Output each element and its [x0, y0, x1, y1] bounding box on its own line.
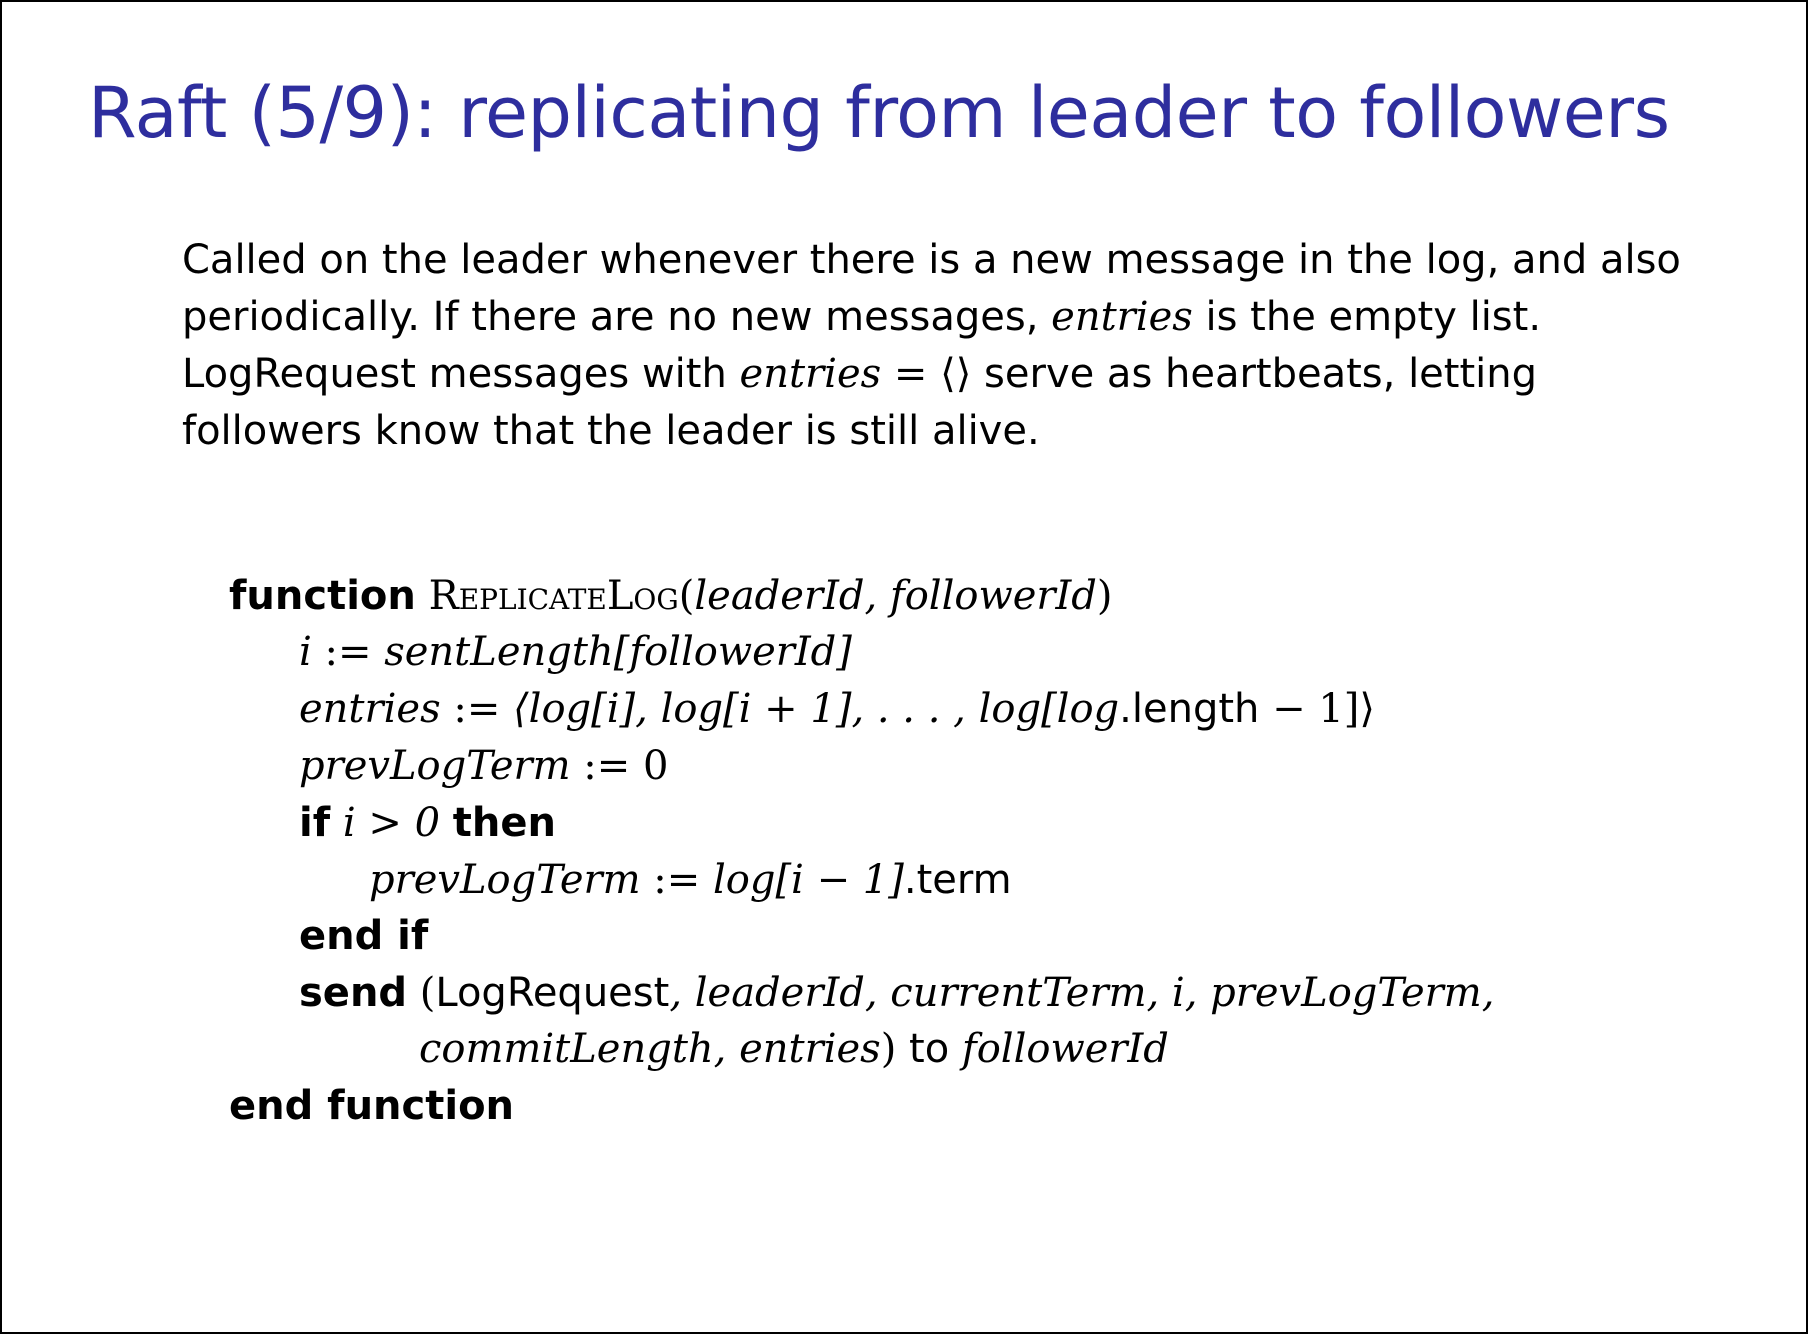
var-prev-log-term: prevLogTerm — [369, 857, 641, 903]
send-paren-close: ) — [880, 1026, 897, 1072]
send-args-1: , leaderId, currentTerm, i, prevLogTerm, — [669, 970, 1495, 1016]
header-paren-open: ( — [678, 573, 695, 619]
keyword-end-if: end if — [299, 913, 429, 959]
keyword-if: if — [299, 800, 331, 846]
send-paren-open: ( — [419, 970, 436, 1016]
keyword-then: then — [452, 800, 556, 846]
var-i: i — [299, 629, 312, 675]
intro-line-4: followers know that the leader is still … — [182, 408, 1040, 454]
entries-expr-end: − 1]⟩ — [1259, 686, 1375, 732]
intro-line-2-text-a: periodically. If there are no new messag… — [182, 294, 1052, 340]
algo-line-entries: entries := ⟨log[i], log[i + 1], . . . , … — [299, 681, 1375, 738]
intro-line-2: periodically. If there are no new messag… — [182, 289, 1682, 346]
keyword-end-function: end function — [229, 1083, 515, 1129]
intro-line-1: Called on the leader whenever there is a… — [182, 237, 1681, 283]
assign-op: := — [640, 857, 713, 903]
algo-line-end-function: end function — [229, 1078, 514, 1135]
send-target: followerId — [961, 1026, 1169, 1072]
keyword-function: function — [229, 573, 416, 619]
algo-line-header: function ReplicateLog(leaderId, follower… — [229, 568, 1113, 625]
intro-line-2-entries: entries — [1051, 294, 1193, 340]
algo-line-end-if: end if — [299, 908, 428, 965]
var-prev-log-term: prevLogTerm — [299, 743, 571, 789]
assign-op: := — [570, 743, 643, 789]
intro-line-3: LogRequest messages with entries = ⟨⟩ se… — [182, 346, 1682, 403]
slide: Raft (5/9): replicating from leader to f… — [0, 0, 1808, 1334]
function-name: ReplicateLog — [428, 573, 679, 619]
message-type: LogRequest — [435, 970, 670, 1016]
slide-title: Raft (5/9): replicating from leader to f… — [88, 72, 1670, 154]
keyword-send: send — [299, 970, 408, 1016]
intro-paragraph: Called on the leader whenever there is a… — [182, 232, 1682, 460]
function-args: leaderId, followerId — [694, 573, 1097, 619]
algo-line-assign-i: i := sentLength[followerId] — [299, 624, 852, 681]
intro-line-2-text-b: is the empty list. — [1192, 294, 1542, 340]
assign-op: := — [311, 629, 385, 675]
intro-line-3-text-a: LogRequest messages with — [182, 351, 740, 397]
algo-line-send: send (LogRequest, leaderId, currentTerm,… — [299, 965, 1494, 1022]
algo-line-send-continued: commitLength, entries) to followerId — [419, 1021, 1169, 1078]
var-entries: entries — [299, 686, 441, 732]
intro-line-3-text-b: serve as heartbeats, letting — [971, 351, 1538, 397]
algo-line-prev-log-term-update: prevLogTerm := log[i − 1].term — [369, 852, 1012, 909]
if-condition: i > 0 — [342, 800, 441, 846]
entries-expr: ⟨log[i], log[i + 1], . . . , log[log — [513, 686, 1120, 732]
header-paren-close: ) — [1096, 573, 1113, 619]
intro-line-3-empty-list: = ⟨⟩ — [881, 351, 972, 397]
algo-line-if: if i > 0 then — [299, 795, 556, 852]
send-args-2: commitLength, entries — [419, 1026, 881, 1072]
send-to: to — [896, 1026, 962, 1072]
log-prev-expr: log[i − 1] — [712, 857, 904, 903]
term-field: .term — [903, 857, 1012, 903]
algo-line-prev-log-term: prevLogTerm := 0 — [299, 738, 668, 795]
value-zero: 0 — [642, 743, 669, 789]
sent-length-expr: sentLength[followerId] — [384, 629, 852, 675]
intro-line-3-entries: entries — [739, 351, 882, 397]
entries-length: .length — [1119, 686, 1260, 732]
assign-op: := — [440, 686, 514, 732]
